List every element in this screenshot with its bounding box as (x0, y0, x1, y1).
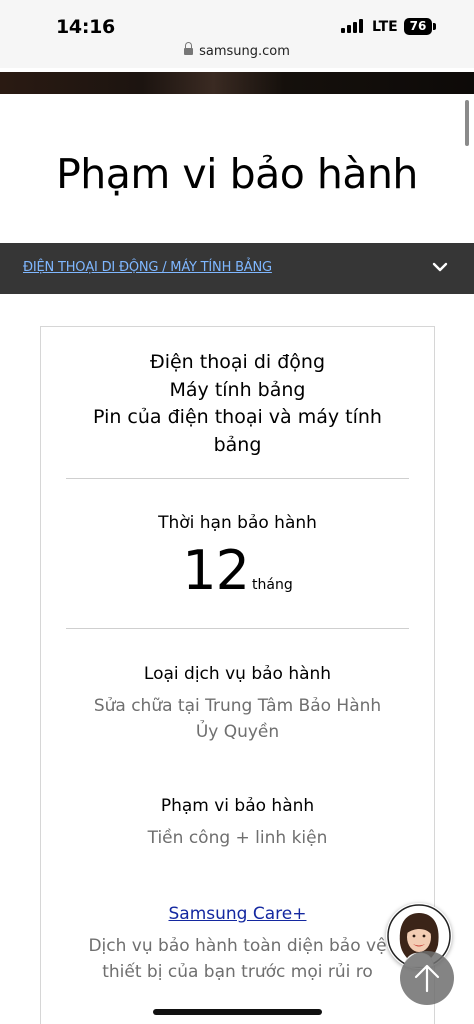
scrollbar[interactable] (465, 100, 469, 146)
divider (66, 628, 409, 629)
product-phone: Điện thoại di động (149, 351, 326, 373)
status-time: 14:16 (56, 16, 115, 38)
divider (66, 478, 409, 479)
warranty-card: Điện thoại di động Máy tính bảng Pin của… (40, 326, 435, 1024)
product-list: Điện thoại di động Máy tính bảng Pin của… (41, 349, 434, 459)
samsung-care-link[interactable]: Samsung Care+ (41, 904, 434, 924)
signal-icon (341, 19, 363, 33)
arrow-up-icon (414, 964, 440, 993)
battery-icon: 76 (404, 18, 432, 35)
coverage-value: Tiền công + linh kiện (147, 828, 328, 848)
category-selector[interactable]: ĐIỆN THOẠI DI ĐỘNG / MÁY TÍNH BẢNG (0, 243, 474, 294)
care-description: Dịch vụ bảo hành toàn diện bảo vệ thiết … (88, 936, 387, 982)
period-label: Thời hạn bảo hành (158, 513, 317, 533)
back-to-top-button[interactable] (400, 951, 454, 1005)
page-title: Phạm vi bảo hành (56, 150, 418, 198)
chevron-down-icon[interactable] (431, 258, 449, 276)
hero-image (0, 72, 474, 94)
service-type-label: Loại dịch vụ bảo hành (143, 664, 332, 684)
period-value: 12 tháng (41, 539, 434, 602)
battery-tip (433, 23, 436, 30)
period-number: 12 (182, 539, 250, 602)
lock-icon (184, 42, 194, 56)
coverage-label: Phạm vi bảo hành (160, 796, 315, 816)
url-bar[interactable]: samsung.com (0, 42, 474, 68)
status-bar: 14:16 LTE 76 (0, 0, 474, 48)
product-battery: Pin của điện thoại và máy tính bảng (93, 406, 382, 456)
category-link[interactable]: ĐIỆN THOẠI DI ĐỘNG / MÁY TÍNH BẢNG (23, 260, 272, 275)
network-type: LTE (372, 19, 398, 35)
product-tablet: Máy tính bảng (169, 378, 306, 401)
url-text: samsung.com (199, 44, 290, 59)
period-unit: tháng (252, 577, 293, 593)
service-type-value: Sửa chữa tại Trung Tâm Bảo Hành Ủy Quyền (93, 696, 382, 742)
home-indicator[interactable] (153, 1009, 322, 1015)
